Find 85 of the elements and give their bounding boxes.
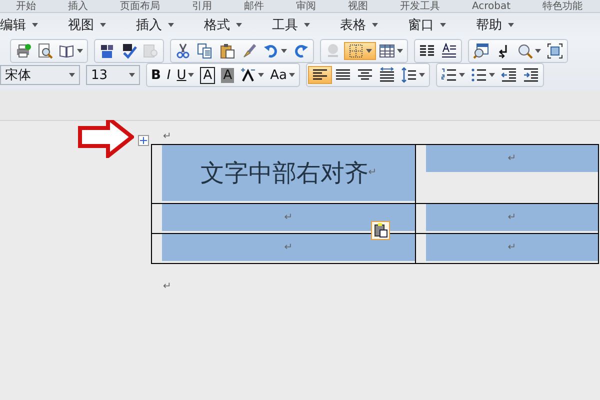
ribbon-tab[interactable]: 引用: [176, 0, 228, 12]
font-name-dropdown[interactable]: 宋体: [0, 65, 80, 85]
spellcheck-icon: [121, 43, 137, 59]
caret-icon: [32, 23, 38, 27]
paintbrush-icon: [241, 43, 257, 59]
text-direction-icon: [441, 43, 457, 59]
book-lookup-icon: [99, 43, 115, 59]
full-screen-icon: [547, 43, 563, 59]
caret-icon: [188, 73, 194, 77]
caret-icon: [258, 73, 264, 77]
magnifier-icon: [517, 43, 533, 59]
caret-icon: [77, 49, 83, 53]
bold-button[interactable]: B: [148, 65, 164, 85]
toolbar-button[interactable]: [308, 66, 332, 84]
underline-button[interactable]: U: [174, 65, 198, 85]
printer-icon: [15, 43, 31, 59]
caret-icon: [440, 23, 446, 27]
globe-link-icon: [325, 43, 341, 59]
font-size-dropdown[interactable]: 13: [86, 65, 140, 85]
caret-icon: [129, 73, 135, 77]
paragraph-mark: ↵: [508, 212, 516, 222]
paste-options-icon[interactable]: [371, 221, 390, 240]
distributed-align-icon: [378, 67, 395, 83]
ribbon-tab[interactable]: 插入: [52, 0, 104, 12]
ribbon-tab[interactable]: 审阅: [280, 0, 332, 12]
menu-item[interactable]: 表格: [340, 16, 386, 34]
paragraph-mark: ↵: [284, 242, 293, 252]
ribbon-tab[interactable]: 特色功能: [526, 0, 599, 12]
caret-icon: [304, 23, 310, 27]
table-grid-icon: [379, 43, 395, 59]
increase-indent-icon: [522, 67, 539, 83]
caret-icon: [372, 23, 378, 27]
ribbon-tab[interactable]: Acrobat: [456, 0, 527, 12]
undo-icon: [263, 43, 279, 59]
ribbon-tab[interactable]: 开发工具: [384, 0, 456, 12]
pointer-arrow: [78, 120, 134, 158]
caret-icon: [236, 23, 242, 27]
menu-item[interactable]: 窗口: [408, 16, 454, 34]
caret-icon: [397, 49, 403, 53]
caret-icon: [168, 23, 174, 27]
paragraph-mark: ↵: [163, 132, 172, 142]
case-button[interactable]: Aa: [267, 65, 298, 85]
caret-icon: [458, 73, 465, 77]
caret-icon: [488, 73, 495, 77]
paragraph-mark: ↵: [368, 168, 377, 178]
menu-item[interactable]: 工具: [272, 16, 318, 34]
character-spacing-icon: [240, 67, 256, 83]
line-spacing-icon: [400, 67, 417, 83]
paragraph-mark: ↵: [508, 242, 516, 252]
copy-icon: [197, 43, 213, 59]
move-handle-icon[interactable]: [138, 134, 149, 146]
menu-item[interactable]: 视图: [68, 16, 114, 34]
menu-item[interactable]: 格式: [204, 16, 250, 34]
borders-icon: [348, 43, 364, 59]
paragraph-mark: ↵: [163, 281, 172, 292]
caret-icon: [366, 49, 372, 53]
caret-icon: [418, 73, 425, 77]
document-magnifier-icon: [473, 43, 489, 59]
caret-icon: [281, 49, 287, 53]
magnifier-page-icon: [37, 43, 53, 59]
menu-item[interactable]: 插入: [136, 16, 182, 34]
menu-item[interactable]: 帮助: [476, 16, 522, 34]
italic-button[interactable]: I: [164, 65, 174, 85]
scissors-icon: [175, 43, 191, 59]
ribbon-tab[interactable]: 邮件: [228, 0, 280, 12]
caret-icon: [288, 73, 295, 77]
columns-icon: [419, 43, 435, 59]
bulleted-list-icon: [470, 67, 487, 83]
ribbon-tab[interactable]: 开始: [0, 0, 52, 12]
book-magnifier-icon: [143, 43, 159, 59]
paragraph-mark: ↵: [284, 212, 293, 222]
menu-item[interactable]: 编辑: [0, 16, 46, 34]
caret-icon: [100, 23, 106, 27]
caret-icon: [508, 23, 514, 27]
numbered-list-icon: [440, 67, 457, 83]
open-book-icon: [59, 43, 75, 59]
decrease-indent-icon: [500, 67, 517, 83]
caret-icon: [69, 73, 75, 77]
cell-text: 文字中部右对齐: [200, 158, 368, 189]
paragraph-mark: ↵: [508, 154, 516, 164]
ribbon-tab[interactable]: 视图: [332, 0, 384, 12]
ribbon-tab[interactable]: 页面布局: [104, 0, 176, 12]
caret-icon: [535, 49, 541, 53]
redo-icon: [293, 43, 309, 59]
clipboard-icon: [219, 43, 235, 59]
